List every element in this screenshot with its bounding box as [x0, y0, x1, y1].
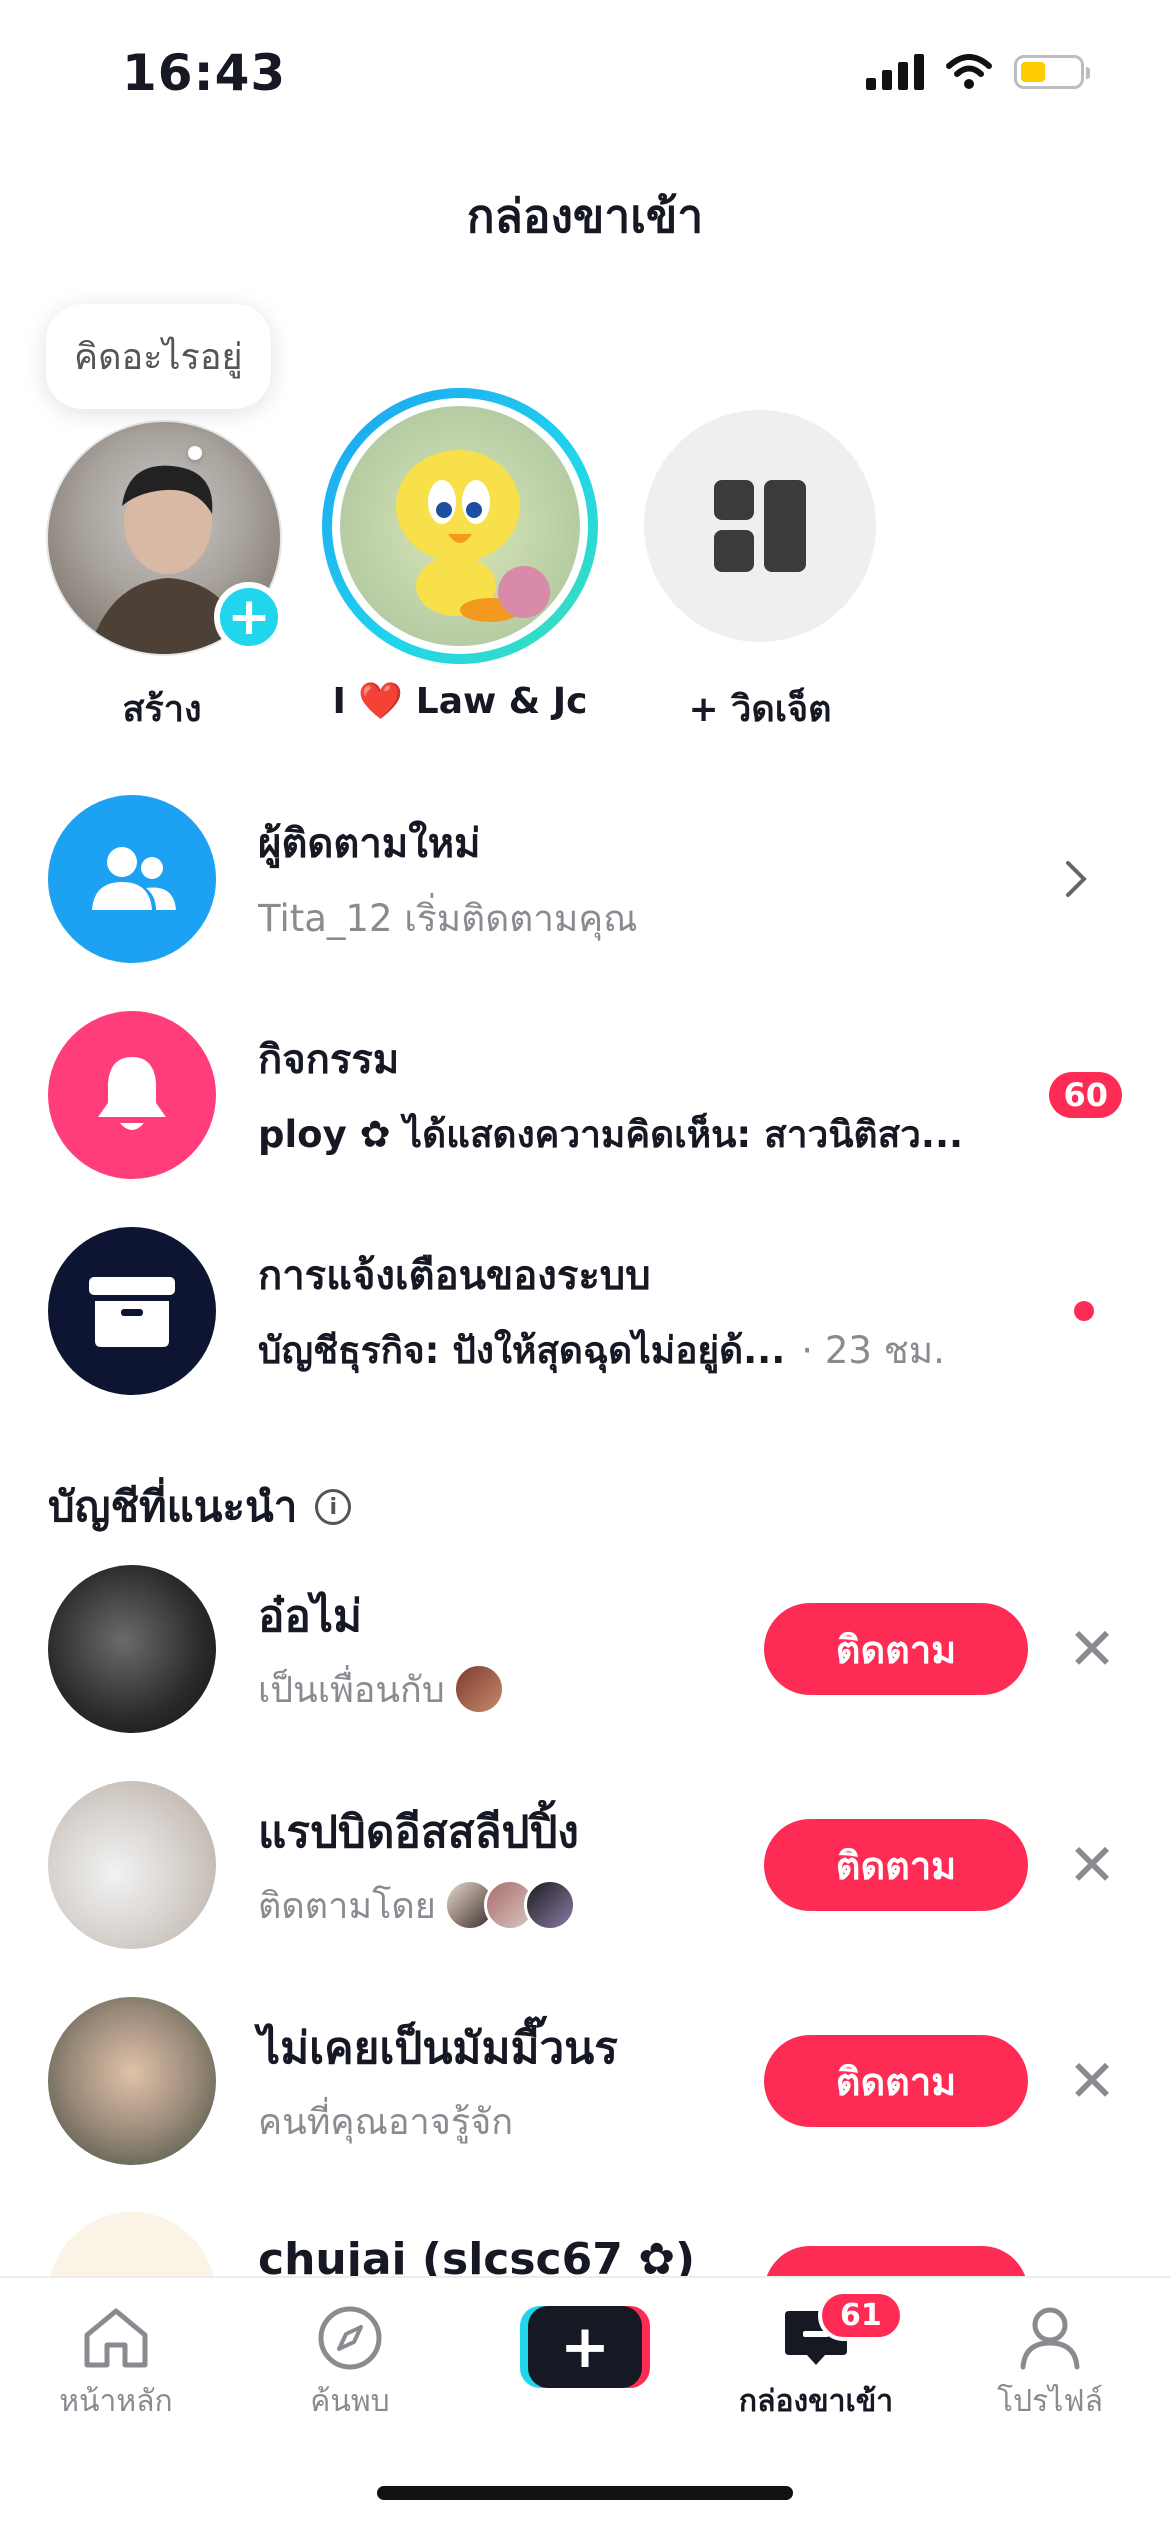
- profile-icon: [1020, 2307, 1080, 2370]
- suggested-row[interactable]: ไม่เคยเป็นมัมมี๊วนร คนที่คุณอาจรู้จัก ติ…: [48, 1996, 1122, 2166]
- tab-label: หน้าหลัก: [59, 2384, 173, 2419]
- notif-system[interactable]: การแจ้งเตือนของระบบ บัญชีธุรกิจ: ปังให้ส…: [48, 1226, 1122, 1396]
- suggested-name: แรปบิดอีสสลีปปิ้ง: [258, 1806, 579, 1858]
- plus-icon: +: [528, 2306, 642, 2388]
- wifi-icon: [946, 54, 992, 89]
- notif-title: ผู้ติดตามใหม่: [258, 820, 481, 867]
- follow-button[interactable]: ติดตาม: [764, 1603, 1028, 1695]
- notif-subtitle: Tita_12 เริ่มติดตามคุณ: [258, 896, 638, 940]
- suggested-subtitle: ติดตามโดย: [258, 1885, 436, 1927]
- notif-new-followers[interactable]: ผู้ติดตามใหม่ Tita_12 เริ่มติดตามคุณ: [48, 794, 1122, 964]
- follow-button[interactable]: ติดตาม: [764, 1819, 1028, 1911]
- add-story-plus-icon[interactable]: +: [214, 582, 284, 652]
- notif-time: · 23 ชม.: [801, 1328, 945, 1372]
- notif-title: กิจกรรม: [258, 1036, 400, 1083]
- status-icons: [866, 54, 1090, 90]
- tab-discover[interactable]: ค้นพบ: [250, 2298, 450, 2425]
- mutual-avatars: [443, 1879, 576, 1931]
- inbox-badge: 61: [818, 2290, 904, 2341]
- dismiss-x-icon[interactable]: ✕: [1062, 1836, 1122, 1894]
- tab-profile[interactable]: โปรไฟล์: [950, 2298, 1150, 2425]
- tab-inbox[interactable]: 61 กล่องขาเข้า: [716, 2290, 916, 2425]
- home-icon: [84, 2308, 148, 2368]
- follow-button[interactable]: ติดตาม: [764, 2035, 1028, 2127]
- notif-subtitle: บัญชีธุรกิจ: ปังให้สุดฉุดไม่อยู่ด้...: [258, 1328, 786, 1372]
- system-inbox-icon: [48, 1227, 216, 1395]
- tab-label: โปรไฟล์: [997, 2384, 1103, 2419]
- widget-icon: [714, 480, 806, 572]
- unread-dot: [1074, 1301, 1094, 1321]
- add-widget-button[interactable]: [644, 410, 876, 642]
- suggested-section-title: บัญชีที่แนะนำ i: [48, 1474, 352, 1540]
- tab-home[interactable]: หน้าหลัก: [16, 2298, 216, 2425]
- suggested-row[interactable]: อ๋อไม่ เป็นเพื่อนกับ ติดตาม ✕: [48, 1564, 1122, 1734]
- home-indicator: [377, 2486, 793, 2500]
- notif-title: การแจ้งเตือนของระบบ: [258, 1252, 651, 1299]
- info-icon[interactable]: i: [315, 1489, 352, 1525]
- followers-icon: [48, 795, 216, 963]
- signal-icon: [866, 54, 924, 90]
- compass-icon: [318, 2306, 382, 2370]
- section-title-text: บัญชีที่แนะนำ: [48, 1482, 298, 1531]
- suggested-row[interactable]: แรปบิดอีสสลีปปิ้ง ติดตามโดย ติดตาม ✕: [48, 1780, 1122, 1950]
- bell-icon: [48, 1011, 216, 1179]
- suggested-avatar[interactable]: [48, 1781, 216, 1949]
- suggested-avatar[interactable]: [48, 1565, 216, 1733]
- chevron-right-icon: [1066, 861, 1087, 897]
- dismiss-x-icon[interactable]: ✕: [1062, 1620, 1122, 1678]
- story-label-group: I ❤️ Law & Jc: [332, 681, 588, 722]
- suggested-name: อ๋อไม่: [258, 1590, 362, 1642]
- dismiss-x-icon[interactable]: ✕: [1062, 2052, 1122, 2110]
- suggested-subtitle: คนที่คุณอาจรู้จัก: [258, 2101, 514, 2143]
- status-time: 16:43: [122, 44, 287, 102]
- battery-icon: [1014, 55, 1090, 89]
- page-title: กล่องขาเข้า: [466, 189, 704, 243]
- story-group-ring[interactable]: [322, 388, 598, 664]
- story-group-avatar: [340, 406, 580, 646]
- suggested-subtitle: เป็นเพื่อนกับ: [258, 1669, 445, 1711]
- suggested-name: ไม่เคยเป็นมัมมี๊วนร: [258, 2022, 618, 2074]
- notif-subtitle: ploy ✿ ได้แสดงความคิดเห็น: สาวนิติสว...: [258, 1112, 964, 1156]
- create-button[interactable]: +: [520, 2306, 650, 2388]
- bird-illustration: [396, 450, 550, 622]
- suggested-avatar[interactable]: [48, 1997, 216, 2165]
- tab-label: ค้นพบ: [310, 2384, 390, 2419]
- mutual-avatar: [452, 1663, 505, 1715]
- story-label-create: สร้าง: [122, 689, 202, 730]
- notif-activity[interactable]: กิจกรรม ploy ✿ ได้แสดงความคิดเห็น: สาวนิ…: [48, 1010, 1122, 1180]
- activity-count-badge: 60: [1049, 1072, 1122, 1118]
- thought-bubble[interactable]: คิดอะไรอยู่: [46, 304, 271, 409]
- tab-label: กล่องขาเข้า: [738, 2384, 894, 2419]
- story-label-widget: + วิดเจ็ต: [688, 689, 832, 730]
- bubble-tail: [188, 446, 202, 460]
